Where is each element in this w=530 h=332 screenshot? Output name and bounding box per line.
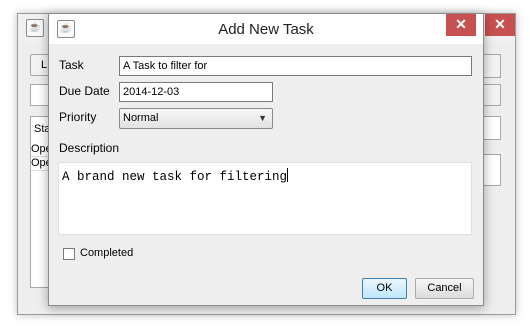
description-label: Description [59,141,120,155]
dialog-titlebar[interactable]: ☕ Add New Task ✕ [49,14,483,44]
completed-checkbox[interactable] [63,248,75,260]
description-text: A brand new task for filtering [62,170,288,184]
chevron-down-icon: ▼ [258,113,267,123]
task-input[interactable]: A Task to filter for [119,56,472,76]
due-date-input[interactable]: 2014-12-03 [119,82,273,102]
priority-value: Normal [123,112,159,124]
close-icon[interactable]: ✕ [485,14,515,36]
priority-label: Priority [59,110,97,124]
task-label: Task [59,58,84,72]
priority-select[interactable]: Normal ▼ [119,108,273,129]
completed-label[interactable]: Completed [80,247,133,259]
java-cup-icon: ☕ [26,19,44,37]
dialog-title: Add New Task [218,21,314,38]
due-date-label: Due Date [59,84,110,98]
text-caret [287,168,289,182]
description-textarea[interactable]: A brand new task for filtering [58,162,472,235]
close-button[interactable]: ✕ [446,14,476,36]
add-task-dialog: ☕ Add New Task ✕ Task A Task to filter f… [48,13,484,306]
ok-button[interactable]: OK [362,278,407,299]
cancel-button[interactable]: Cancel [415,278,474,299]
